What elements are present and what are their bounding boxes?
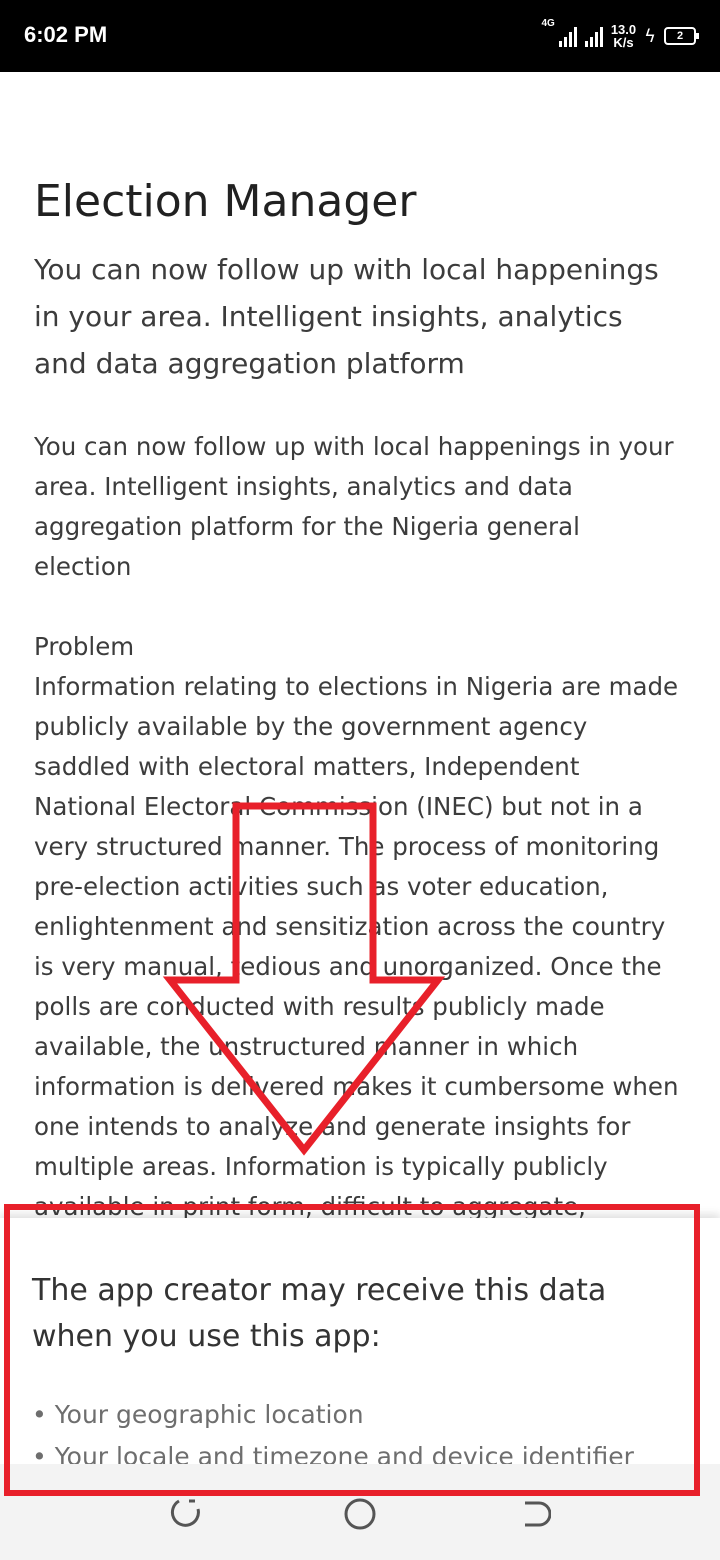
permissions-list: Your geographic location Your locale and…: [32, 1394, 634, 1464]
app-description: You can now follow up with local happeni…: [34, 432, 679, 1221]
signal-icon: [558, 25, 577, 47]
status-icons: 4G 13.0 K/s ϟ 2: [541, 18, 699, 54]
back-icon[interactable]: [514, 1494, 554, 1534]
signal-icon: [584, 25, 603, 47]
permission-item: Your geographic location: [32, 1394, 634, 1436]
app-title: Election Manager: [34, 176, 417, 227]
network-speed: 13.0 K/s: [611, 23, 636, 49]
permission-item: Your locale and timezone and device iden…: [32, 1436, 634, 1464]
app-subtitle: You can now follow up with local happeni…: [34, 253, 659, 380]
network-type-label: 4G: [541, 18, 555, 29]
status-bar: 6:02 PM 4G 13.0 K/s ϟ 2: [0, 0, 720, 72]
navigation-bar: [0, 1464, 720, 1560]
status-time: 6:02 PM: [24, 22, 108, 47]
app-details: Election Manager You can now follow up w…: [34, 170, 684, 1227]
recent-apps-icon[interactable]: [166, 1494, 206, 1534]
charging-icon: ϟ: [644, 25, 656, 47]
home-icon[interactable]: [340, 1494, 380, 1534]
permissions-heading: The app creator may receive this data wh…: [32, 1273, 607, 1354]
battery-icon: 2: [664, 27, 699, 45]
permissions-sheet[interactable]: The app creator may receive this data wh…: [0, 1218, 720, 1464]
battery-level: 2: [676, 30, 684, 42]
network-speed-unit: K/s: [613, 35, 634, 50]
